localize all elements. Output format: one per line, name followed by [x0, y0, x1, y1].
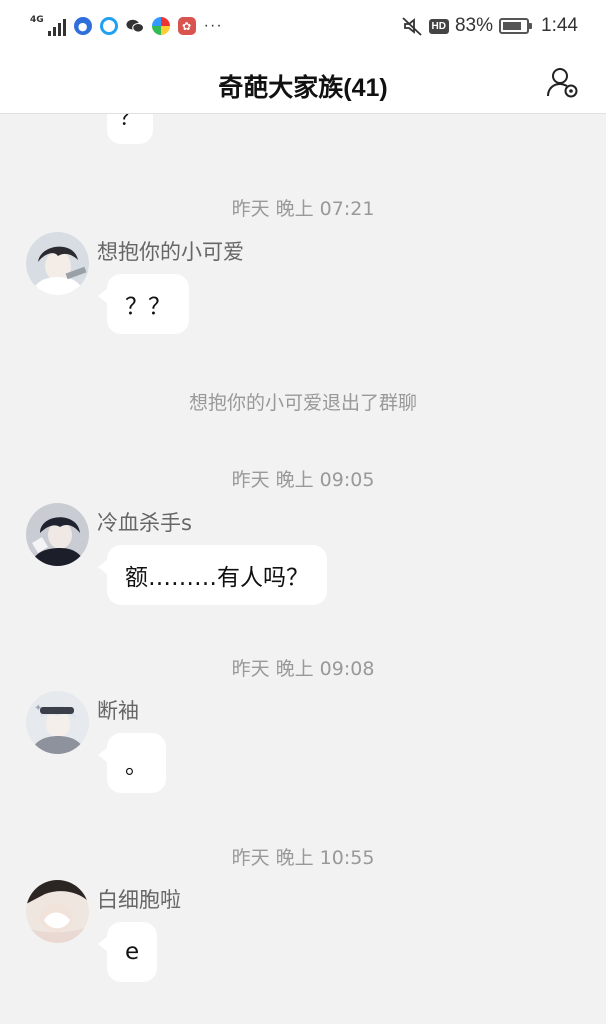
avatar[interactable] [26, 503, 89, 566]
camera-app-icon [151, 17, 170, 35]
message-bubble[interactable]: 额………有人吗？ [98, 545, 327, 605]
message-bubble-partial[interactable]: ？ [107, 114, 153, 144]
avatar[interactable]: ✦ [26, 691, 89, 754]
signal-icon: 4G [30, 16, 66, 36]
timestamp: 昨天 晚上 10:55 [231, 847, 375, 869]
chat-screen: 4G ● ✿ ··· HD 83% 1:44 奇葩大家族(41) ？ 昨天 晚上… [0, 0, 606, 1024]
status-bar: 4G ● ✿ ··· HD 83% 1:44 [0, 0, 606, 52]
timestamp: 昨天 晚上 09:08 [231, 658, 375, 680]
avatar[interactable] [26, 232, 89, 295]
network-type: 4G [30, 15, 44, 25]
battery-level [503, 22, 522, 30]
mute-icon [401, 17, 422, 36]
browser-app-icon [99, 17, 118, 35]
message-list[interactable]: ？ 昨天 晚上 07:21 想抱你的小可爱 ？？ 想抱你的小可爱退出了群聊 昨天… [0, 114, 606, 1024]
system-notice: 想抱你的小可爱退出了群聊 [188, 392, 417, 414]
battery-icon [499, 18, 533, 34]
chat-header: 奇葩大家族(41) [0, 52, 606, 114]
hd-badge: HD [428, 18, 449, 34]
clock: 1:44 [541, 15, 578, 36]
svg-text:✦: ✦ [34, 703, 42, 714]
group-settings-icon [547, 68, 578, 98]
message-bubble[interactable]: 。 [98, 733, 166, 793]
group-settings-button[interactable] [546, 66, 580, 100]
huawei-app-icon: ✿ [177, 17, 196, 35]
more-notifications-icon: ··· [203, 17, 223, 34]
message-bubble[interactable]: ？？ [98, 274, 189, 334]
sender-name: 白细胞啦 [97, 888, 181, 912]
sender-name: 想抱你的小可爱 [97, 240, 244, 264]
timestamp: 昨天 晚上 09:05 [231, 469, 375, 491]
baidu-app-icon: ● [73, 17, 92, 35]
sender-name: 冷血杀手s [97, 511, 192, 535]
sender-name: 断袖 [97, 699, 139, 723]
battery-percent: 83% [454, 15, 494, 36]
group-title: 奇葩大家族(41) [218, 74, 388, 102]
avatar[interactable] [26, 880, 89, 943]
timestamp: 昨天 晚上 07:21 [231, 198, 375, 220]
wechat-app-icon [125, 17, 144, 35]
message-bubble[interactable]: e [97, 922, 158, 982]
